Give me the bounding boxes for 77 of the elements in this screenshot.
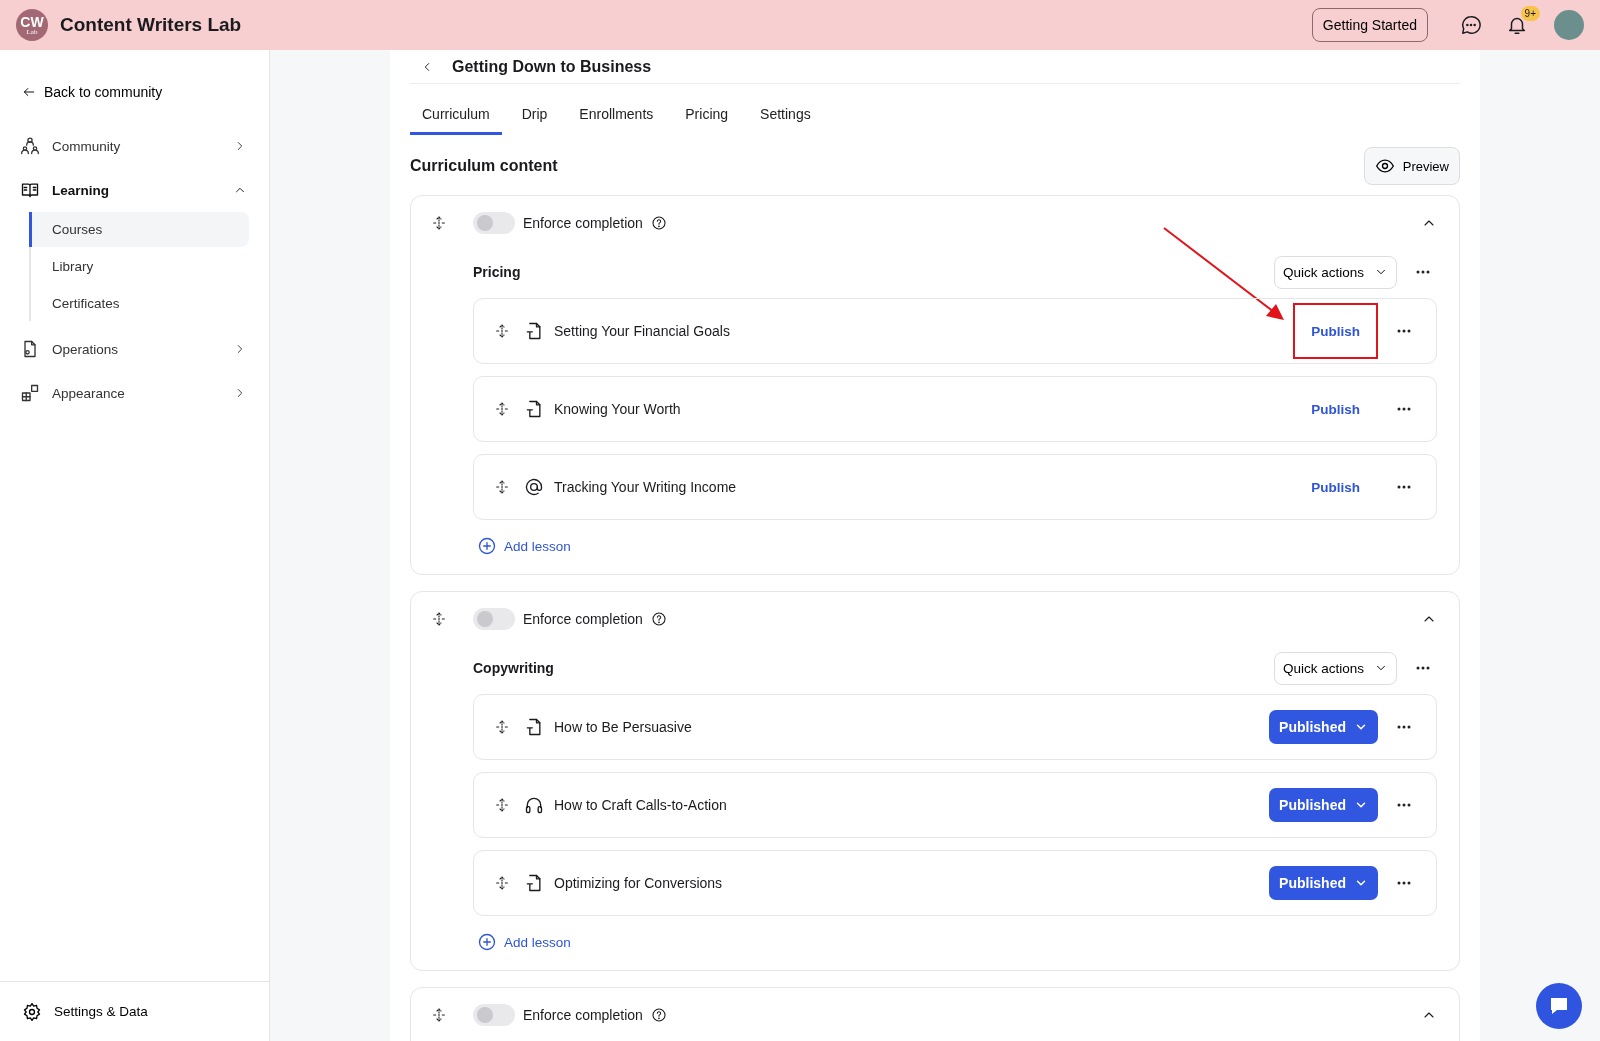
notification-badge: 9+ — [1520, 6, 1540, 21]
nav-item[interactable]: Operations — [18, 327, 249, 371]
toggle-label: Enforce completion — [523, 215, 643, 231]
published-dropdown[interactable]: Published — [1269, 710, 1378, 744]
nav-item[interactable]: Community — [18, 124, 249, 168]
drag-handle-icon — [494, 797, 510, 813]
help-icon — [650, 215, 667, 231]
chat-icon — [1460, 14, 1482, 36]
tab[interactable]: Settings — [748, 98, 823, 135]
chat-button[interactable] — [1536, 983, 1582, 1029]
lesson-title: Tracking Your Writing Income — [554, 479, 738, 495]
plus-circle-icon — [477, 932, 497, 952]
course-title: Getting Down to Business — [452, 57, 652, 76]
tab[interactable]: Curriculum — [410, 98, 502, 135]
section-heading: Curriculum content — [410, 157, 558, 175]
module-title: Pricing — [473, 264, 522, 280]
lesson-title: How to Be Persuasive — [554, 719, 693, 735]
help-icon — [650, 1007, 667, 1023]
lesson-title: How to Craft Calls-to-Action — [554, 797, 728, 813]
subnav-item[interactable]: Certificates — [29, 286, 249, 321]
lesson-title: Setting Your Financial Goals — [554, 323, 731, 339]
drag-handle-icon — [494, 479, 510, 495]
getting-started-button[interactable]: Getting Started — [1311, 8, 1428, 42]
toggle-switch[interactable] — [473, 608, 515, 630]
arrow-left-icon — [22, 85, 36, 99]
nav-item[interactable]: Appearance — [18, 371, 249, 415]
toggle-label: Enforce completion — [523, 611, 643, 627]
add-lesson-button[interactable]: Add lesson — [477, 932, 571, 952]
nav-item[interactable]: Learning — [18, 168, 249, 212]
site-title: Content Writers Lab — [60, 14, 243, 36]
drag-handle-icon — [494, 875, 510, 891]
drag-handle-icon — [431, 611, 447, 627]
lesson-row[interactable]: Tracking Your Writing Income Publish — [473, 454, 1437, 520]
document-icon — [524, 321, 544, 341]
module-title: Copywriting — [473, 660, 555, 676]
document-icon — [524, 717, 544, 737]
lesson-row[interactable]: How to Be Persuasive Published — [473, 694, 1437, 760]
at-icon — [524, 477, 544, 497]
help-icon — [650, 611, 667, 627]
publish-button[interactable]: Publish — [1293, 459, 1378, 515]
settings-icon — [22, 1001, 42, 1022]
lesson-row[interactable]: Knowing Your Worth Publish — [473, 376, 1437, 442]
lesson-title: Optimizing for Conversions — [554, 875, 724, 891]
tab[interactable]: Pricing — [673, 98, 741, 135]
avatar[interactable] — [1554, 10, 1584, 40]
published-dropdown[interactable]: Published — [1269, 788, 1378, 822]
lesson-row[interactable]: Optimizing for Conversions Published — [473, 850, 1437, 916]
subnav-item[interactable]: Courses — [29, 212, 249, 247]
drag-handle-icon — [431, 1007, 447, 1023]
published-dropdown[interactable]: Published — [1269, 866, 1378, 900]
add-lesson-button[interactable]: Add lesson — [477, 536, 571, 556]
quick-actions-dropdown[interactable]: Quick actions — [1273, 255, 1397, 289]
document-icon — [524, 873, 544, 893]
tab[interactable]: Enrollments — [567, 98, 666, 135]
lesson-row[interactable]: How to Craft Calls-to-Action Published — [473, 772, 1437, 838]
toggle-switch[interactable] — [473, 1004, 515, 1026]
toggle-label: Enforce completion — [523, 1007, 643, 1023]
preview-button[interactable]: Preview — [1363, 147, 1460, 185]
subnav-item[interactable]: Library — [29, 249, 249, 284]
toggle-switch[interactable] — [473, 212, 515, 234]
drag-handle-icon — [431, 215, 447, 231]
lesson-row[interactable]: Setting Your Financial Goals Publish — [473, 298, 1437, 364]
people-icon — [20, 136, 40, 156]
publish-button[interactable]: Publish — [1293, 303, 1378, 359]
plus-circle-icon — [477, 536, 497, 556]
drag-handle-icon — [494, 719, 510, 735]
quick-actions-dropdown[interactable]: Quick actions — [1273, 651, 1397, 685]
back-link[interactable]: Back to community — [18, 80, 167, 104]
drag-handle-icon — [494, 401, 510, 417]
headphones-icon — [524, 795, 544, 815]
blocks-icon — [20, 383, 40, 403]
tab[interactable]: Drip — [509, 98, 560, 135]
publish-button[interactable]: Publish — [1293, 381, 1378, 437]
lesson-title: Knowing Your Worth — [554, 401, 682, 417]
drag-handle-icon — [494, 323, 510, 339]
settings-link[interactable]: Settings & Data — [0, 981, 269, 1041]
document-icon — [524, 399, 544, 419]
